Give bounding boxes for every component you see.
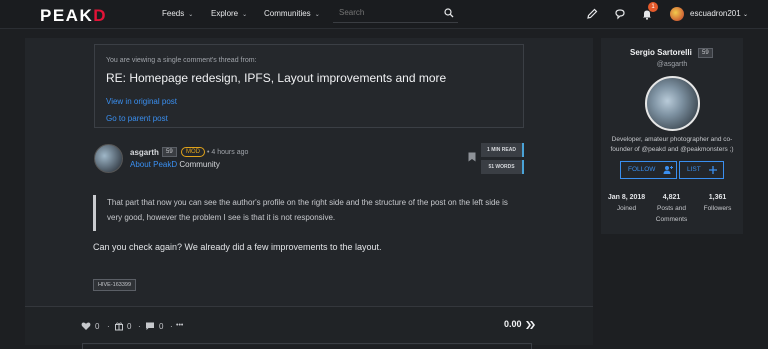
stat-label: Posts and Comments	[655, 205, 688, 223]
search-icon[interactable]	[444, 8, 454, 18]
nav-feeds[interactable]: Feeds ⌄	[162, 9, 193, 18]
username-label: escuadron201	[690, 9, 741, 18]
heart-icon[interactable]	[81, 321, 91, 331]
reblog-count: 0	[127, 322, 132, 331]
chat-icon[interactable]	[614, 8, 626, 20]
nav-communities[interactable]: Communities ⌄	[264, 9, 320, 18]
payout-value[interactable]: 0.00	[504, 319, 522, 329]
peakd-logo[interactable]: PEAKD	[40, 6, 107, 26]
search-input[interactable]	[339, 8, 439, 17]
chevron-down-icon: ⌄	[188, 12, 194, 18]
main-post-panel: You are viewing a single comment's threa…	[25, 38, 593, 349]
hive-icon	[526, 321, 535, 329]
chevron-down-icon: ⌄	[314, 12, 320, 18]
more-options-icon[interactable]: •••	[176, 322, 183, 329]
add-user-icon	[663, 166, 673, 174]
search-box	[333, 5, 458, 23]
post-time: • 4 hours ago	[207, 149, 249, 156]
user-menu[interactable]: escuadron201 ⌄	[690, 9, 748, 18]
pencil-icon[interactable]	[586, 8, 598, 20]
avatar[interactable]	[670, 7, 684, 21]
community-suffix: Community	[179, 160, 220, 169]
nav-explore-label: Explore	[211, 9, 239, 18]
bookmark-icon[interactable]	[468, 152, 476, 162]
separator: ·	[107, 322, 110, 331]
reply-box-edge	[82, 343, 532, 349]
profile-name[interactable]: Sergio Sartorelli	[630, 48, 692, 57]
profile-handle[interactable]: @asgarth	[601, 61, 743, 68]
post-actions-bar: 0 · 0 · 0 · ••• 0.00	[25, 307, 593, 345]
follow-button[interactable]: FOLLOW	[620, 161, 677, 179]
chevron-down-icon: ⌄	[242, 12, 248, 18]
chevron-down-icon: ⌄	[742, 12, 748, 18]
separator: ·	[170, 322, 173, 331]
stat-label: Followers	[703, 205, 732, 212]
logo-accent-text: D	[93, 6, 108, 25]
author-name[interactable]: asgarth	[130, 148, 159, 157]
gift-icon[interactable]	[114, 321, 124, 331]
list-label: LIST	[687, 166, 701, 173]
read-time-badge: 1 MIN READ	[481, 143, 524, 157]
view-original-link[interactable]: View in original post	[106, 97, 177, 106]
follow-label: FOLLOW	[628, 166, 656, 173]
nav-explore[interactable]: Explore ⌄	[211, 9, 247, 18]
stat-followers[interactable]: 1,361 Followers	[695, 194, 740, 214]
parent-post-link[interactable]: Go to parent post	[106, 114, 168, 123]
nav-communities-label: Communities	[264, 9, 311, 18]
community-link[interactable]: About PeakD	[130, 160, 177, 169]
author-profile-card: Sergio Sartorelli 59 @asgarth Developer,…	[601, 38, 743, 234]
vote-count: 0	[95, 322, 100, 331]
mod-badge: MOD	[181, 147, 205, 157]
stat-value: 1,361	[708, 194, 727, 201]
stat-posts: 4,821 Posts and Comments	[649, 194, 694, 225]
stat-label: Joined	[616, 205, 637, 212]
comment-icon[interactable]	[145, 321, 155, 331]
community-line: About PeakD Community	[130, 160, 220, 169]
stat-value: 4,821	[662, 194, 681, 201]
comment-count: 0	[159, 322, 164, 331]
stat-value: Jan 8, 2018	[607, 194, 646, 201]
profile-bio: Developer, amateur photographer and co-f…	[610, 136, 734, 153]
nav-feeds-label: Feeds	[162, 9, 185, 18]
stat-joined: Jan 8, 2018 Joined	[604, 194, 649, 214]
thread-context-box: You are viewing a single comment's threa…	[94, 44, 524, 128]
author-avatar[interactable]	[94, 144, 123, 173]
top-navigation-bar: PEAKD Feeds⌄ Explore⌄ Communities⌄ 1 esc…	[0, 0, 768, 29]
post-tag[interactable]: HIVE-163399	[93, 279, 137, 291]
profile-reputation-badge: 59	[698, 48, 713, 58]
notification-badge: 1	[648, 2, 658, 12]
logo-text: PEAK	[40, 6, 94, 25]
thread-note: You are viewing a single comment's threa…	[106, 57, 257, 64]
separator: ·	[138, 322, 141, 331]
word-count-badge: 51 WORDS	[481, 160, 524, 174]
list-button[interactable]: LIST	[679, 161, 724, 179]
profile-avatar[interactable]	[645, 76, 700, 131]
comment-body: Can you check again? We already did a fe…	[93, 242, 382, 252]
thread-title: RE: Homepage redesign, IPFS, Layout impr…	[106, 71, 447, 85]
reputation-badge: 59	[162, 147, 177, 157]
quoted-text: That part that now you can see the autho…	[93, 195, 525, 231]
plus-icon	[709, 166, 717, 174]
